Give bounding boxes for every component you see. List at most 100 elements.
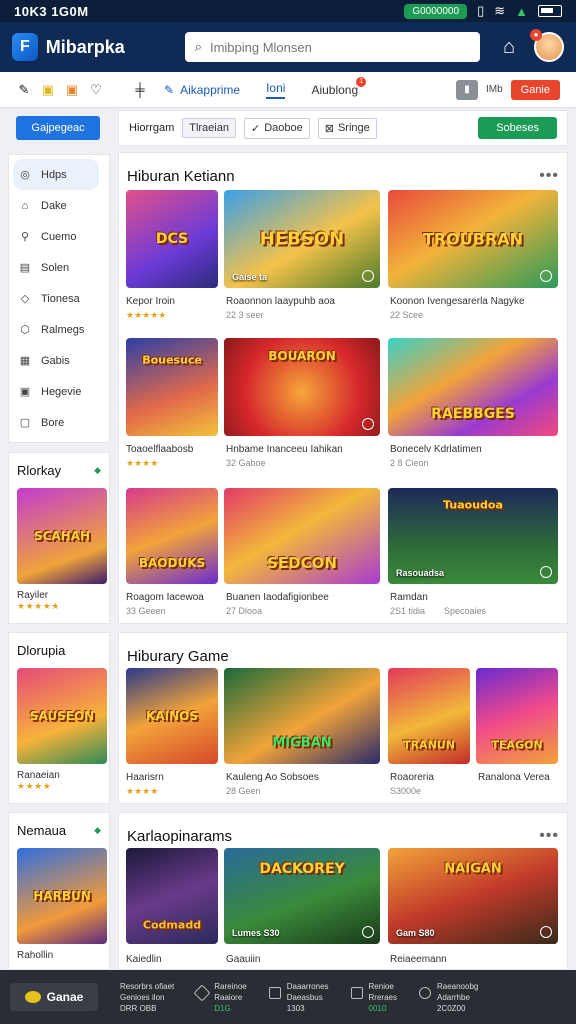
promo-title: Rlorkay <box>17 463 62 478</box>
bottom-item-line: Adarrhbe <box>436 992 470 1002</box>
game-tile[interactable]: TEAGON <box>476 668 558 764</box>
bottom-item-line: Genioes ilon <box>120 992 165 1002</box>
chevron-icon[interactable]: ◆ <box>94 465 101 476</box>
game-tile[interactable]: BOUARON <box>224 338 380 436</box>
wifi-icon: ≋ <box>494 3 506 18</box>
filter-chip-3[interactable]: ⊠ Sringe <box>317 117 377 139</box>
chip-label: Daoboe <box>264 122 303 134</box>
bottom-item-line: D1G <box>214 1003 231 1013</box>
game-tile[interactable]: TRANUN <box>388 668 470 764</box>
sidebar-item-bore[interactable]: ▢ Bore <box>9 407 109 438</box>
sidebar-primary-button[interactable]: Gajpegeac <box>16 116 100 140</box>
section-title: Hiburary Game <box>127 647 229 665</box>
game-caption: Haarisrn <box>126 772 164 783</box>
tab-aikapprime[interactable]: ✎ Aikapprime <box>164 83 240 97</box>
game-tile[interactable]: DACKOREY Lumes S30 <box>224 848 380 944</box>
bottom-item-line: Rreraes <box>368 992 397 1002</box>
toolbar-right-text: IMb <box>485 84 503 95</box>
games-button[interactable]: Ganae <box>10 983 98 1011</box>
promo-card-2[interactable]: Dlorupia SAUSEON Ranaeian ★★★★ <box>8 632 110 804</box>
home-icon[interactable]: ⌂ <box>498 36 520 59</box>
battery-icon <box>538 5 562 17</box>
bottom-item-5[interactable]: Raeanoobg Adarrhbe 2C0Z00 <box>418 981 478 1014</box>
game-tile[interactable]: Bouesuce <box>126 338 218 436</box>
game-caption: Kepor Iroin <box>126 296 175 307</box>
game-banner: Codmadd <box>142 918 202 932</box>
game-banner: BAODUKS <box>138 555 206 570</box>
games-button-label: Ganae <box>46 990 84 1004</box>
game-banner: NAIGAN <box>444 861 502 877</box>
promo-image[interactable]: SCAHAH <box>17 488 107 584</box>
game-tile[interactable]: MIGBAN <box>224 668 380 764</box>
play-icon[interactable] <box>540 926 552 938</box>
game-tile[interactable]: Tuaoudoa Rasouadsa <box>388 488 558 584</box>
diamond-icon <box>193 984 211 1001</box>
app-bar: F Mibarpka ⌕ ⌂ ● <box>0 22 576 72</box>
game-tile[interactable]: BAODUKS <box>126 488 218 584</box>
search-input[interactable] <box>209 39 470 55</box>
sidebar-item-cuemo[interactable]: ⚲ Cuemo <box>9 221 109 252</box>
game-tile[interactable]: Codmadd <box>126 848 218 944</box>
bottom-item-4[interactable]: Renioe Rreraes 0010 <box>350 981 397 1014</box>
game-caption: Gaauiin <box>226 954 261 965</box>
coin-icon[interactable]: ▣ <box>40 82 56 98</box>
game-banner: DCS <box>155 231 189 247</box>
sidebar-item-hegevie[interactable]: ▣ Hegevie <box>9 376 109 407</box>
chevron-icon[interactable]: ◆ <box>94 825 101 836</box>
sidebar-item-hdps[interactable]: ◎ Hdps <box>13 159 99 190</box>
filter-chip-2[interactable]: ✓ Daoboe <box>243 117 310 139</box>
more-icon[interactable]: ••• <box>539 827 559 845</box>
promo-card-1[interactable]: Rlorkay ◆ SCAHAH Rayiler ★★★★★ <box>8 452 110 624</box>
sidebar-item-solen[interactable]: ▤ Solen <box>9 252 109 283</box>
game-subcaption: 32 Gaboe <box>226 458 266 468</box>
sidebar-item-dake[interactable]: ⌂ Dake <box>9 190 109 221</box>
promo-image[interactable]: SAUSEON <box>17 668 107 764</box>
game-tile[interactable]: KAINOS <box>126 668 218 764</box>
play-icon[interactable] <box>540 566 552 578</box>
play-icon[interactable] <box>362 270 374 282</box>
play-icon[interactable] <box>362 926 374 938</box>
game-tile[interactable]: HEBSON Gaise ta <box>224 190 380 288</box>
game-banner: DACKOREY <box>259 861 345 878</box>
filter-apply-button[interactable]: Sobeses <box>478 117 557 139</box>
play-icon[interactable] <box>362 418 374 430</box>
heart-icon[interactable]: ♡ <box>88 82 104 98</box>
game-tile[interactable]: DCS <box>126 190 218 288</box>
game-tile[interactable]: RAEBBGES <box>388 338 558 436</box>
status-bar: 10K3 1G0M G0000000 ▯ ≋ ▲ <box>0 0 576 22</box>
game-caption: Bonecelv Kdrlatimen <box>390 444 482 455</box>
promo-image[interactable]: HARBUN <box>17 848 107 944</box>
tab-ioni[interactable]: Ioni <box>266 81 286 99</box>
device-icon[interactable]: ▮ <box>455 79 478 100</box>
bottom-item-2[interactable]: Rareinoe Raaiore D1G <box>193 981 247 1014</box>
filter-icon[interactable]: ╪ <box>132 82 148 98</box>
bottom-item-3[interactable]: Daaarrones Daeasbus 1303 <box>268 981 329 1014</box>
filter-label: Hiorrgam <box>129 122 175 134</box>
profile-button[interactable]: ● <box>530 29 564 62</box>
promo-name: Ranaeian <box>17 770 60 781</box>
sidebar-item-tionesa[interactable]: ◇ Tionesa <box>9 283 109 314</box>
section-title: Karlaopinarams <box>127 827 233 845</box>
game-caption: Ranalona Verea <box>478 772 550 783</box>
search-box[interactable]: ⌕ <box>184 32 480 62</box>
game-tile[interactable]: NAIGAN Gam S80 <box>388 848 558 944</box>
promo-card-3[interactable]: Nemaua ◆ HARBUN Rahollin <box>8 812 110 970</box>
game-caption: Roagom Iacewoa <box>126 592 204 603</box>
game-tile[interactable]: SEDCON <box>224 488 380 584</box>
game-tile[interactable]: TROUBRAN <box>388 190 558 288</box>
check-icon: ✓ <box>250 122 261 135</box>
play-icon[interactable] <box>540 270 552 282</box>
chat-icon[interactable]: ✎ <box>16 82 32 98</box>
sidebar-item-gabis[interactable]: ▦ Gabis <box>9 345 109 376</box>
tab-aiublong[interactable]: Aiublong 1 <box>311 76 367 97</box>
red-action-button[interactable]: Ganie <box>510 79 560 100</box>
filter-chip-1[interactable]: Tlraeian <box>182 118 236 138</box>
bottom-item-1[interactable]: Resorbrs ofiaet Genioes ilon DRR OBB <box>120 981 174 1014</box>
game-banner: Bouesuce <box>142 353 202 367</box>
game-caption: Kaiedlin <box>126 954 162 965</box>
more-icon[interactable]: ••• <box>539 167 559 185</box>
sidebar-item-ralmegs[interactable]: ⬡ Ralmegs <box>9 314 109 345</box>
gift-icon[interactable]: ▣ <box>64 82 80 98</box>
chip-label: Sringe <box>337 122 370 134</box>
game-banner: Tuaoudoa <box>443 498 503 512</box>
